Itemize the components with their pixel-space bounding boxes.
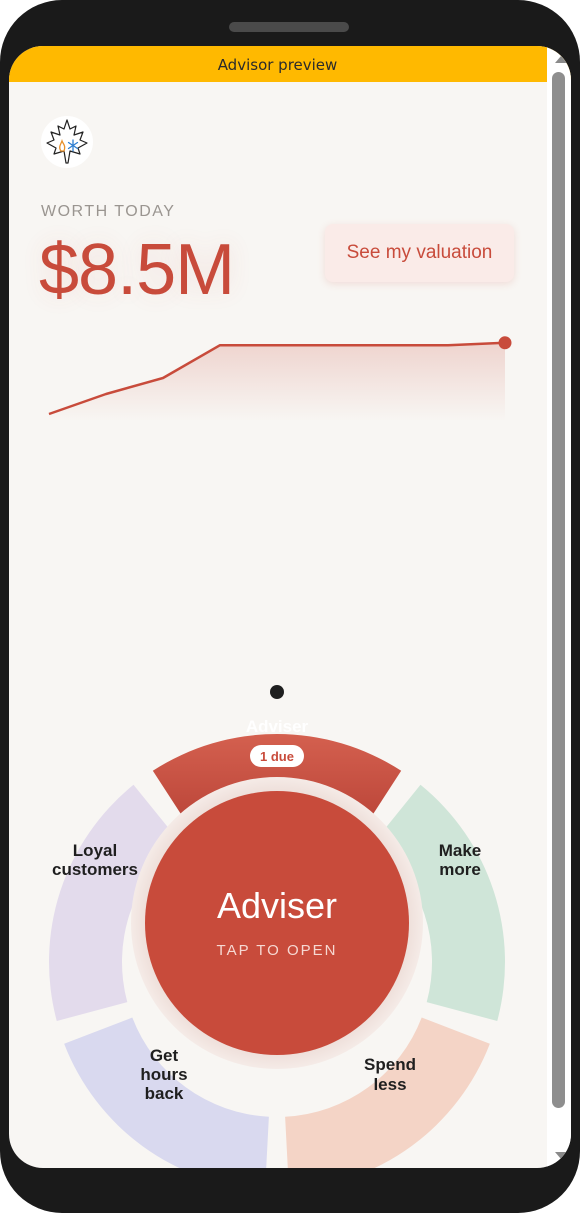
phone-frame: Advisor preview WORTH TODAY $8.5M See my… (0, 0, 580, 1213)
get-hours-back-label-line-2: hours (140, 1065, 187, 1084)
loyal-customers-label-line-1: Loyal (73, 841, 117, 860)
goal-wheel: Adviser 1 due Make more Spend less Get h… (49, 685, 506, 1168)
maple-leaf-logo-icon (41, 116, 93, 168)
make-more-label-line-2: more (439, 860, 481, 879)
adviser-center-button[interactable]: Adviser TAP TO OPEN (145, 791, 409, 1055)
preview-banner: Advisor preview (9, 46, 571, 82)
worth-label: WORTH TODAY (41, 203, 176, 220)
loyal-customers-label-line-2: customers (52, 860, 138, 879)
center-button-subtitle: TAP TO OPEN (217, 942, 338, 959)
scroll-down-arrow-icon[interactable] (555, 1152, 567, 1159)
spend-less-label-line-2: less (373, 1075, 406, 1094)
center-button-title: Adviser (217, 885, 337, 926)
worth-value: $8.5M (39, 230, 235, 310)
preview-banner-title: Advisor preview (217, 56, 338, 74)
get-hours-back-label-line-3: back (145, 1084, 184, 1103)
spend-less-label-line-1: Spend (364, 1055, 416, 1074)
app-screen: Advisor preview WORTH TODAY $8.5M See my… (9, 46, 571, 1168)
wheel-pointer-dot (270, 685, 284, 699)
adviser-segment-label: Adviser (246, 717, 309, 736)
see-valuation-button[interactable]: See my valuation (325, 224, 514, 282)
get-hours-back-label-line-1: Get (150, 1046, 179, 1065)
trend-area (49, 342, 505, 421)
worth-trend-chart (48, 336, 512, 421)
adviser-due-badge-text: 1 due (260, 749, 294, 764)
scroll-up-arrow-icon[interactable] (555, 56, 567, 63)
phone-speaker (229, 22, 349, 32)
make-more-label-line-1: Make (439, 841, 482, 860)
trend-endpoint-marker (498, 336, 512, 350)
scrollbar-thumb[interactable] (552, 72, 565, 1108)
